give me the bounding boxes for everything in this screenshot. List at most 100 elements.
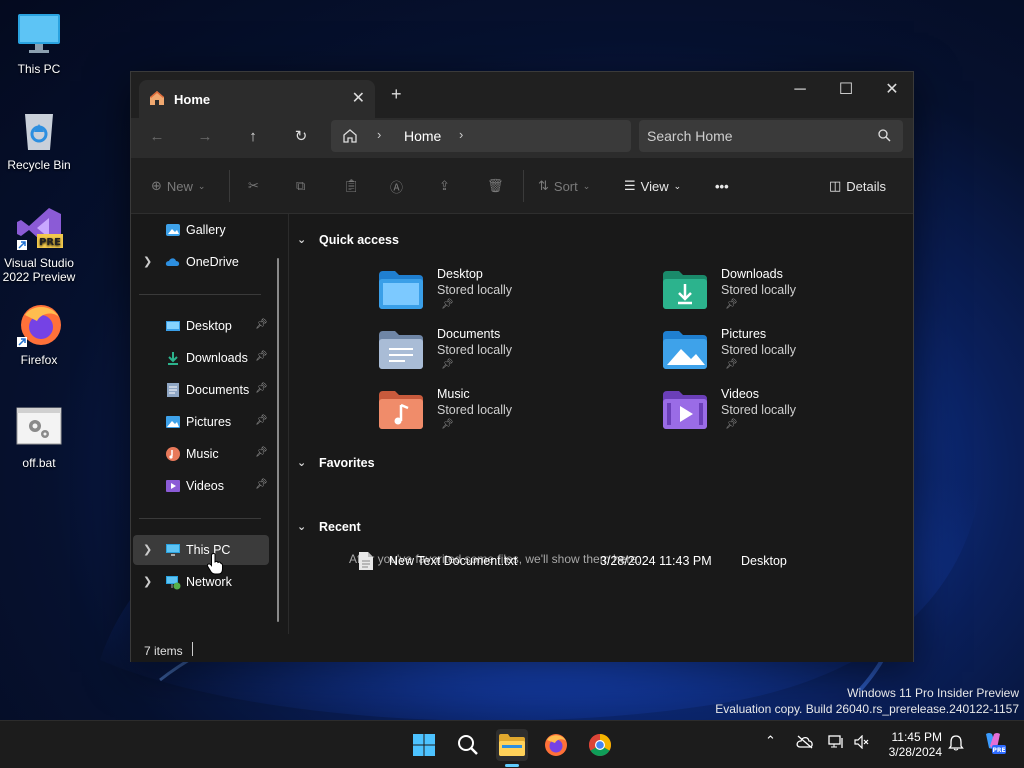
search-icon: [878, 129, 891, 145]
up-button[interactable]: ↑: [241, 126, 265, 150]
sidebar-item-label: Music: [186, 447, 219, 461]
pin-icon[interactable]: 📌︎: [255, 319, 268, 330]
chevron-down-icon[interactable]: ⌄: [297, 456, 306, 469]
taskbar-firefox[interactable]: [540, 729, 572, 761]
sidebar-item-pictures[interactable]: Pictures 📌︎: [133, 407, 269, 437]
taskbar-chrome[interactable]: [584, 729, 616, 761]
paste-button[interactable]: 📋︎: [343, 176, 360, 196]
quick-access-item-videos[interactable]: Videos Stored locally 📌︎: [663, 387, 893, 443]
hand-cursor-icon: [207, 553, 223, 575]
desktop-icon-firefox[interactable]: Firefox: [0, 301, 78, 367]
chevron-down-icon[interactable]: ⌄: [297, 233, 306, 246]
cut-button[interactable]: ✂: [248, 176, 259, 196]
chevron-right-icon[interactable]: ›: [377, 127, 381, 142]
onedrive-icon: [165, 254, 181, 270]
quick-access-item-desktop[interactable]: Desktop Stored locally 📌︎: [379, 267, 609, 323]
pin-icon[interactable]: 📌︎: [255, 351, 268, 362]
show-hidden-icons-button[interactable]: ⌃: [765, 733, 776, 749]
search-input[interactable]: [647, 125, 867, 147]
start-button[interactable]: [408, 729, 440, 761]
chevron-right-icon[interactable]: ❯: [143, 255, 152, 268]
network-status-icon[interactable]: [828, 735, 844, 752]
desktop-icon-this-pc[interactable]: This PC: [0, 10, 78, 76]
delete-button[interactable]: 🗑︎: [487, 176, 504, 196]
onedrive-offline-icon[interactable]: [796, 735, 814, 752]
desktop-icon-recycle-bin[interactable]: Recycle Bin: [0, 106, 78, 172]
firefox-icon: [15, 301, 63, 349]
details-button[interactable]: ◫ Details: [829, 176, 886, 196]
pin-icon[interactable]: 📌︎: [255, 447, 268, 458]
maximize-button[interactable]: ☐: [823, 76, 869, 108]
copilot-icon[interactable]: PRE: [980, 730, 1006, 759]
recent-file-date: 3/28/2024 11:43 PM: [600, 554, 712, 568]
sidebar-item-documents[interactable]: Documents 📌︎: [133, 375, 269, 405]
recent-file-row[interactable]: New Text Document.txt 3/28/2024 11:43 PM…: [339, 550, 899, 574]
quick-access-item-music[interactable]: Music Stored locally 📌︎: [379, 387, 609, 443]
minimize-button[interactable]: ─: [777, 76, 823, 108]
volume-muted-icon[interactable]: [854, 734, 870, 752]
quick-access-status: Stored locally: [437, 283, 513, 297]
back-button[interactable]: ←: [145, 126, 169, 150]
taskbar-search-button[interactable]: [452, 729, 484, 761]
nav-scrollbar[interactable]: [277, 258, 279, 622]
quick-access-status: Stored locally: [437, 403, 513, 417]
quick-access-name: Downloads: [721, 267, 783, 281]
close-button[interactable]: ✕: [869, 76, 915, 108]
sidebar-item-downloads[interactable]: Downloads 📌︎: [133, 343, 269, 373]
chevron-down-icon: ⌄: [582, 180, 591, 191]
desktop-icon-off-bat[interactable]: off.bat: [0, 404, 78, 470]
quick-access-item-downloads[interactable]: Downloads Stored locally 📌︎: [663, 267, 893, 323]
rename-icon: Ⓐ: [390, 179, 404, 195]
favorites-title: Favorites: [319, 456, 375, 470]
breadcrumb-segment-home[interactable]: Home: [404, 128, 441, 144]
sidebar-item-onedrive[interactable]: ❯ OneDrive: [133, 247, 269, 277]
quick-access-status: Stored locally: [721, 343, 797, 357]
chevron-right-icon[interactable]: ❯: [143, 575, 152, 588]
new-button[interactable]: ⊕ New ⌄: [151, 176, 205, 196]
chevron-right-icon[interactable]: ❯: [143, 543, 152, 556]
sidebar-item-music[interactable]: Music 📌︎: [133, 439, 269, 469]
sidebar-item-gallery[interactable]: Gallery: [133, 215, 269, 245]
pin-icon[interactable]: 📌︎: [255, 415, 268, 426]
pin-icon[interactable]: 📌︎: [255, 383, 268, 394]
notification-bell-icon[interactable]: [948, 735, 964, 754]
desktop-icon-label: Firefox: [20, 353, 58, 367]
chevron-right-icon[interactable]: ›: [459, 127, 463, 142]
firefox-icon: [545, 734, 567, 756]
taskbar-file-explorer[interactable]: [496, 729, 528, 767]
quick-access-item-documents[interactable]: Documents Stored locally 📌︎: [379, 327, 609, 383]
search-box[interactable]: [639, 120, 903, 152]
sidebar-item-videos[interactable]: Videos 📌︎: [133, 471, 269, 501]
pin-icon[interactable]: 📌︎: [255, 479, 268, 490]
breadcrumb[interactable]: › Home ›: [331, 120, 631, 152]
copy-button[interactable]: ⧉: [296, 176, 305, 196]
chevron-down-icon[interactable]: ⌄: [297, 520, 306, 533]
gallery-icon: [165, 222, 181, 238]
taskbar-clock[interactable]: 11:45 PM 3/28/2024: [882, 730, 942, 760]
sort-button[interactable]: ⇅ Sort ⌄: [538, 176, 590, 196]
status-divider: [192, 642, 193, 656]
recent-header[interactable]: ⌄ Recent: [297, 520, 361, 534]
quick-access-header[interactable]: ⌄ Quick access: [297, 233, 399, 247]
view-button[interactable]: ☰ View ⌄: [624, 176, 681, 196]
sidebar-item-this-pc[interactable]: ❯ This PC: [133, 535, 269, 565]
pin-icon: 📌︎: [441, 419, 454, 430]
new-tab-button[interactable]: +: [391, 84, 402, 105]
sidebar-item-desktop[interactable]: Desktop 📌︎: [133, 311, 269, 341]
quick-access-item-pictures[interactable]: Pictures Stored locally 📌︎: [663, 327, 893, 383]
favorites-header[interactable]: ⌄ Favorites: [297, 456, 375, 470]
refresh-button[interactable]: ↻: [289, 126, 313, 150]
tab-close-icon[interactable]: ✕: [352, 88, 365, 108]
more-options-button[interactable]: •••: [715, 176, 729, 196]
share-button[interactable]: ⇪: [439, 176, 450, 196]
desktop-icon-visual-studio[interactable]: PRE Visual Studio 2022 Preview: [0, 204, 78, 284]
rename-button[interactable]: Ⓐ: [390, 176, 403, 196]
batch-file-icon: [15, 404, 63, 452]
forward-button[interactable]: →: [193, 126, 217, 150]
file-explorer-icon: [499, 734, 525, 756]
status-bar: 7 items: [131, 634, 913, 662]
sidebar-item-label: Documents: [186, 383, 250, 397]
sidebar-item-network[interactable]: ❯ Network: [133, 567, 269, 597]
tab-home[interactable]: Home ✕: [139, 80, 375, 118]
pin-icon: 📌︎: [725, 419, 738, 430]
